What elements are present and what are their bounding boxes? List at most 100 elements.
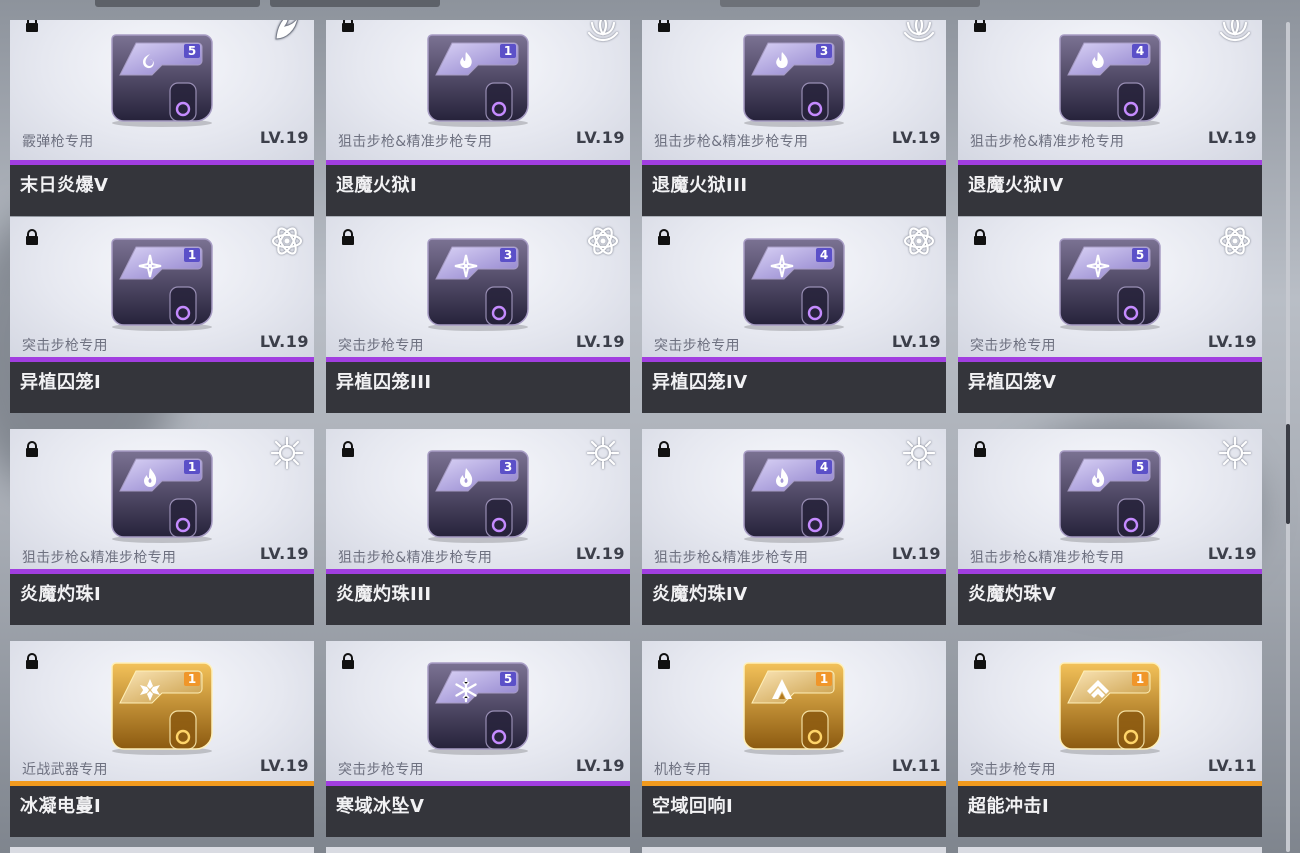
card-artwork: 5 突击步枪专用 LV.19 (326, 641, 630, 781)
chip-name: 炎魔灼珠III (326, 574, 630, 625)
atom-element-icon (586, 224, 620, 258)
lock-icon[interactable] (23, 20, 41, 33)
tier-number: 4 (820, 460, 828, 474)
weapon-restriction: 霰弹枪专用 (22, 134, 94, 150)
weapon-restriction: 狙击步枪&精准步枪专用 (970, 134, 1125, 150)
chip-card[interactable]: 4 突击步枪专用 LV.19 异植囚笼IV (642, 217, 946, 413)
chip-module-image: 1 (740, 659, 848, 755)
chip-module-image: 5 (108, 31, 216, 127)
chip-card[interactable]: 1 狙击步枪&精准步枪专用 LV.19 炎魔灼珠I (10, 429, 314, 625)
scrollbar-thumb[interactable] (1286, 423, 1290, 524)
tier-number: 4 (820, 248, 828, 262)
card-artwork: 4 狙击步枪&精准步枪专用 LV.19 (642, 429, 946, 569)
chip-module-image: 5 (424, 659, 532, 755)
weapon-restriction: 狙击步枪&精准步枪专用 (654, 550, 809, 566)
chip-card[interactable]: 3 突击步枪专用 LV.19 异植囚笼III (326, 217, 630, 413)
lock-icon[interactable] (23, 228, 41, 246)
lock-icon[interactable] (655, 20, 673, 33)
tier-number: 5 (188, 44, 196, 58)
weapon-restriction: 狙击步枪&精准步枪专用 (338, 550, 493, 566)
chip-card[interactable]: 5 突击步枪专用 LV.19 异植囚笼V (958, 217, 1262, 413)
next-row-card-edge (326, 847, 630, 853)
tier-number: 1 (1136, 672, 1144, 686)
chip-name: 异植囚笼V (958, 362, 1262, 413)
top-tab[interactable] (95, 0, 260, 7)
chip-name: 炎魔灼珠I (10, 574, 314, 625)
chip-level: LV.19 (259, 544, 309, 563)
chip-level: LV.11 (1207, 756, 1257, 775)
chip-module-image: 4 (740, 235, 848, 331)
lock-icon[interactable] (971, 228, 989, 246)
lock-icon[interactable] (655, 228, 673, 246)
lock-icon[interactable] (971, 440, 989, 458)
chip-level: LV.19 (575, 332, 625, 351)
lotus-element-icon (902, 20, 936, 45)
chip-name: 空域回响I (642, 786, 946, 837)
chip-module-image: 1 (108, 235, 216, 331)
lock-icon[interactable] (655, 440, 673, 458)
tier-number: 3 (820, 44, 828, 58)
chip-module-image: 5 (1056, 447, 1164, 543)
chip-module-image: 3 (424, 235, 532, 331)
chip-card[interactable]: 5 突击步枪专用 LV.19 寒域冰坠V (326, 641, 630, 837)
lock-icon[interactable] (339, 20, 357, 33)
chip-card[interactable]: 1 突击步枪专用 LV.11 超能冲击I (958, 641, 1262, 837)
lotus-element-icon (1218, 20, 1252, 45)
chip-card[interactable]: 5 霰弹枪专用 LV.19 末日炎爆V (10, 20, 314, 216)
lock-icon[interactable] (971, 20, 989, 33)
chip-card[interactable]: 4 狙击步枪&精准步枪专用 LV.19 炎魔灼珠IV (642, 429, 946, 625)
next-row-card-edge (958, 847, 1262, 853)
chip-card[interactable]: 1 近战武器专用 LV.19 冰凝电蔓I (10, 641, 314, 837)
top-tab[interactable] (270, 0, 440, 7)
chip-name: 退魔火狱III (642, 165, 946, 216)
chip-level: LV.19 (1207, 332, 1257, 351)
chip-card[interactable]: 5 狙击步枪&精准步枪专用 LV.19 炎魔灼珠V (958, 429, 1262, 625)
chip-level: LV.11 (891, 756, 941, 775)
sunburst-element-icon (586, 436, 620, 470)
chip-level: LV.19 (259, 756, 309, 775)
chip-name: 异植囚笼I (10, 362, 314, 413)
weapon-restriction: 突击步枪专用 (338, 338, 424, 354)
card-artwork: 1 狙击步枪&精准步枪专用 LV.19 (326, 20, 630, 160)
chip-module-image: 3 (740, 31, 848, 127)
card-artwork: 1 突击步枪专用 LV.11 (958, 641, 1262, 781)
chip-module-image: 5 (1056, 235, 1164, 331)
chip-card[interactable]: 3 狙击步枪&精准步枪专用 LV.19 退魔火狱III (642, 20, 946, 216)
weapon-restriction: 机枪专用 (654, 762, 712, 778)
lock-icon[interactable] (339, 228, 357, 246)
card-artwork: 1 近战武器专用 LV.19 (10, 641, 314, 781)
chip-level: LV.19 (891, 332, 941, 351)
card-artwork: 5 突击步枪专用 LV.19 (958, 217, 1262, 357)
tier-number: 1 (188, 248, 196, 262)
chip-card[interactable]: 3 狙击步枪&精准步枪专用 LV.19 炎魔灼珠III (326, 429, 630, 625)
tier-number: 1 (188, 460, 196, 474)
weapon-restriction: 突击步枪专用 (654, 338, 740, 354)
tier-number: 5 (504, 672, 512, 686)
lock-icon[interactable] (23, 440, 41, 458)
chip-level: LV.19 (1207, 544, 1257, 563)
card-artwork: 4 突击步枪专用 LV.19 (642, 217, 946, 357)
next-row-card-edge (10, 847, 314, 853)
sunburst-element-icon (902, 436, 936, 470)
chip-card[interactable]: 1 突击步枪专用 LV.19 异植囚笼I (10, 217, 314, 413)
lock-icon[interactable] (339, 652, 357, 670)
lock-icon[interactable] (971, 652, 989, 670)
chip-card[interactable]: 1 机枪专用 LV.11 空域回响I (642, 641, 946, 837)
chip-name: 异植囚笼IV (642, 362, 946, 413)
chip-card[interactable]: 1 狙击步枪&精准步枪专用 LV.19 退魔火狱I (326, 20, 630, 216)
chip-module-image: 1 (1056, 659, 1164, 755)
lock-icon[interactable] (655, 652, 673, 670)
tier-number: 5 (1136, 460, 1144, 474)
weapon-restriction: 突击步枪专用 (970, 338, 1056, 354)
chip-level: LV.19 (575, 544, 625, 563)
chip-level: LV.19 (575, 756, 625, 775)
chip-card[interactable]: 4 狙击步枪&精准步枪专用 LV.19 退魔火狱IV (958, 20, 1262, 216)
top-tab (720, 0, 980, 7)
lock-icon[interactable] (23, 652, 41, 670)
lock-icon[interactable] (339, 440, 357, 458)
lotus-element-icon (586, 20, 620, 45)
weapon-restriction: 狙击步枪&精准步枪专用 (22, 550, 177, 566)
card-artwork: 3 狙击步枪&精准步枪专用 LV.19 (326, 429, 630, 569)
tier-number: 3 (504, 248, 512, 262)
chip-module-image: 1 (108, 447, 216, 543)
